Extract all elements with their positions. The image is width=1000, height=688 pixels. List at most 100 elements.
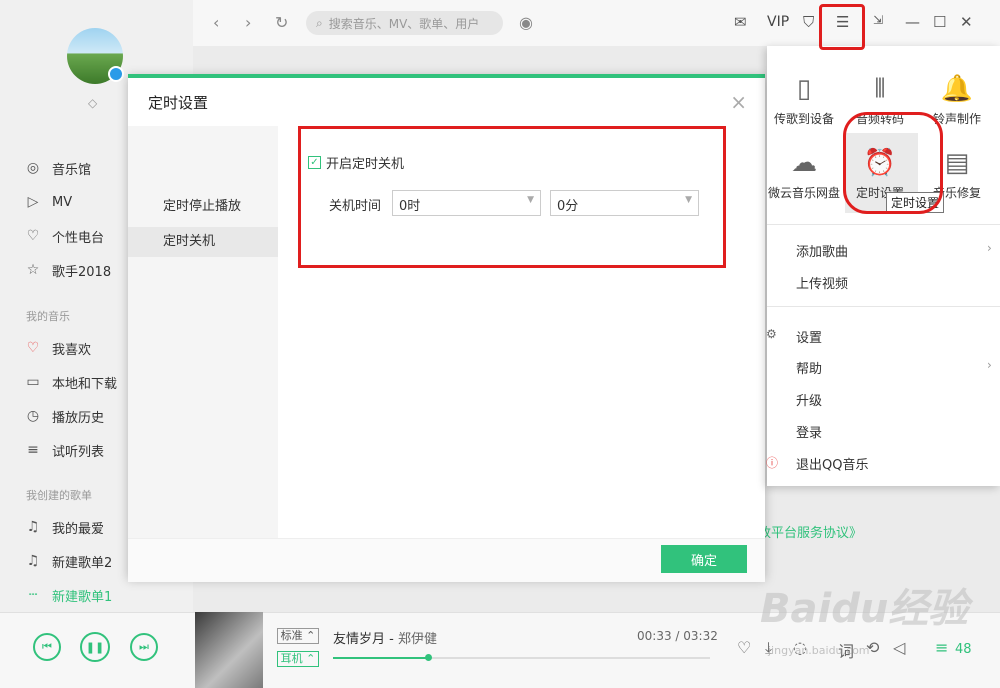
main-menu-icon[interactable]: ☰	[836, 13, 849, 31]
cloud-icon: ☁	[791, 148, 817, 178]
chevron-up-icon: ⌃	[306, 652, 316, 665]
clock-icon: ◷	[26, 408, 40, 424]
sidebar-item-playlist[interactable]: ♫ 新建歌单2	[24, 549, 113, 573]
mail-icon[interactable]: ✉	[734, 13, 747, 31]
shutdown-time-label: 关机时间	[329, 199, 382, 214]
check-icon: ✓	[308, 156, 321, 169]
menu-tool-ringtone[interactable]: 🔔 铃声制作	[919, 68, 995, 127]
top-bar: ‹ › ↻ ⌕ 搜索音乐、MV、歌单、用户 ◉ ✉ VIP ⛉ ☰ ⇲ — ☐ …	[193, 0, 1000, 46]
list-icon: ≡	[27, 442, 39, 458]
progress-fill	[333, 657, 428, 659]
menu-item-settings[interactable]: 设置	[796, 327, 822, 346]
enable-shutdown-checkbox[interactable]: ✓ 开启定时关机	[308, 153, 404, 172]
menu-tool-label: 微云音乐网盘	[767, 186, 840, 200]
sidebar-item-label: 试听列表	[52, 444, 105, 460]
created-playlists-heading: 我创建的歌单	[26, 489, 92, 502]
menu-tool-label: 音频转码	[855, 112, 904, 126]
sidebar-item-favorites[interactable]: ♡ 我喜欢	[24, 336, 91, 360]
vip-button[interactable]: VIP	[767, 14, 789, 30]
agreement-link[interactable]: 放平台服务协议》	[758, 522, 862, 541]
sidebar-item-mv[interactable]: ▷ MV	[24, 190, 73, 214]
menu-item-upgrade[interactable]: 升级	[796, 390, 822, 409]
quality-tag[interactable]: 标准 ⌃	[277, 628, 319, 644]
skin-icon[interactable]: ⛉	[803, 13, 814, 31]
diamond-icon[interactable]: ◇	[88, 96, 97, 110]
sidebar-item-local[interactable]: ▭ 本地和下载	[24, 370, 117, 394]
pause-icon[interactable]: ❚❚	[80, 632, 110, 662]
sidebar-item-trial-list[interactable]: ≡ 试听列表	[24, 438, 104, 462]
chevron-up-icon: ⌃	[306, 629, 316, 642]
close-icon[interactable]: ✕	[960, 13, 973, 31]
chevron-right-icon: ›	[987, 241, 992, 255]
sidebar-item-history[interactable]: ◷ 播放历史	[24, 404, 104, 428]
waveform-icon: ⦀	[874, 74, 886, 104]
menu-tool-label: 传歌到设备	[773, 112, 834, 126]
exit-icon: ⓘ	[766, 456, 779, 470]
sidebar-item-playlist[interactable]: ♫ 我的最爱	[24, 515, 104, 539]
repair-icon: ▤	[944, 148, 970, 178]
maximize-icon[interactable]: ☐	[933, 13, 946, 31]
chevron-down-icon: ▼	[685, 195, 692, 205]
song-time: 00:33 / 03:32	[637, 629, 718, 643]
refresh-icon[interactable]: ↻	[275, 13, 288, 32]
output-tag[interactable]: 耳机 ⌃	[277, 651, 319, 667]
heart-icon: ♡	[26, 340, 40, 356]
monitor-icon: ▭	[26, 374, 40, 390]
sidebar-item-label: 歌手2018	[52, 264, 112, 280]
volume-icon[interactable]: ◁	[893, 638, 905, 657]
menu-divider	[767, 224, 1000, 225]
hour-select[interactable]: 0时 ▼	[392, 190, 541, 216]
timer-settings-dialog: 定时设置 × 定时停止播放 定时关机 ✓ 开启定时关机 关机时间 0时 ▼ 0分…	[128, 74, 765, 582]
menu-item-exit[interactable]: 退出QQ音乐	[796, 454, 868, 473]
song-separator: -	[385, 632, 398, 647]
minimize-icon[interactable]: —	[905, 13, 920, 31]
watermark-logo: Baidu经验	[760, 586, 969, 632]
watermark-url: jingyan.baidu.com	[768, 644, 870, 657]
mini-mode-icon[interactable]: ⇲	[873, 13, 883, 27]
chevron-right-icon: ›	[987, 358, 992, 372]
search-input[interactable]: ⌕ 搜索音乐、MV、歌单、用户	[306, 11, 503, 35]
heart-icon[interactable]: ♡	[737, 638, 751, 657]
search-icon: ⌕	[316, 15, 323, 30]
back-icon[interactable]: ‹	[213, 13, 219, 32]
previous-icon[interactable]: ⏮	[33, 633, 61, 661]
sidebar-item-singer[interactable]: ☆ 歌手2018	[24, 258, 111, 282]
sidebar-item-label: 新建歌单1	[52, 589, 113, 605]
mv-icon: ▷	[27, 194, 39, 210]
sidebar-item-radio[interactable]: ♡ 个性电台	[24, 224, 104, 248]
sidebar-item-music-hall[interactable]: ◎ 音乐馆	[24, 156, 91, 180]
menu-item-help[interactable]: 帮助	[796, 358, 822, 377]
menu-item-upload-video[interactable]: 上传视频	[796, 273, 848, 292]
menu-tool-cloud[interactable]: ☁ 微云音乐网盘	[766, 142, 842, 201]
close-icon[interactable]: ×	[730, 90, 747, 114]
album-cover[interactable]	[195, 612, 263, 688]
tab-timed-stop[interactable]: 定时停止播放	[128, 192, 278, 222]
dialog-tab-list: 定时停止播放 定时关机	[128, 126, 278, 538]
sidebar-item-playlist-playing[interactable]: ┄ 新建歌单1	[24, 583, 113, 607]
playlist-icon[interactable]: ≡	[935, 638, 948, 657]
song-info[interactable]: 友情岁月 - 郑伊健	[333, 628, 437, 647]
sidebar-item-label: 新建歌单2	[52, 555, 113, 571]
menu-item-login[interactable]: 登录	[796, 422, 822, 441]
minute-select[interactable]: 0分 ▼	[550, 190, 699, 216]
phone-icon: ▯	[796, 74, 812, 104]
menu-tool-label: 铃声制作	[932, 112, 981, 126]
dialog-title: 定时设置	[148, 94, 209, 112]
menu-item-add-song[interactable]: 添加歌曲	[796, 241, 848, 260]
note-icon: ♫	[26, 553, 40, 569]
confirm-button[interactable]: 确定	[661, 545, 747, 573]
tab-timed-shutdown[interactable]: 定时关机	[128, 227, 278, 257]
menu-tool-transcode[interactable]: ⦀ 音频转码	[842, 68, 918, 127]
forward-icon[interactable]: ›	[245, 13, 251, 32]
avatar-badge-icon	[108, 66, 124, 82]
menu-divider	[767, 306, 1000, 307]
star-icon: ☆	[26, 262, 40, 278]
playlist-count[interactable]: 48	[955, 642, 972, 657]
music-recognition-icon[interactable]: ◉	[519, 13, 533, 32]
menu-tool-transfer[interactable]: ▯ 传歌到设备	[766, 68, 842, 127]
search-placeholder: 搜索音乐、MV、歌单、用户	[328, 16, 480, 31]
tooltip: 定时设置	[886, 192, 945, 213]
sidebar-item-label: MV	[52, 194, 73, 210]
progress-handle[interactable]	[425, 654, 432, 661]
next-icon[interactable]: ⏭	[130, 633, 158, 661]
